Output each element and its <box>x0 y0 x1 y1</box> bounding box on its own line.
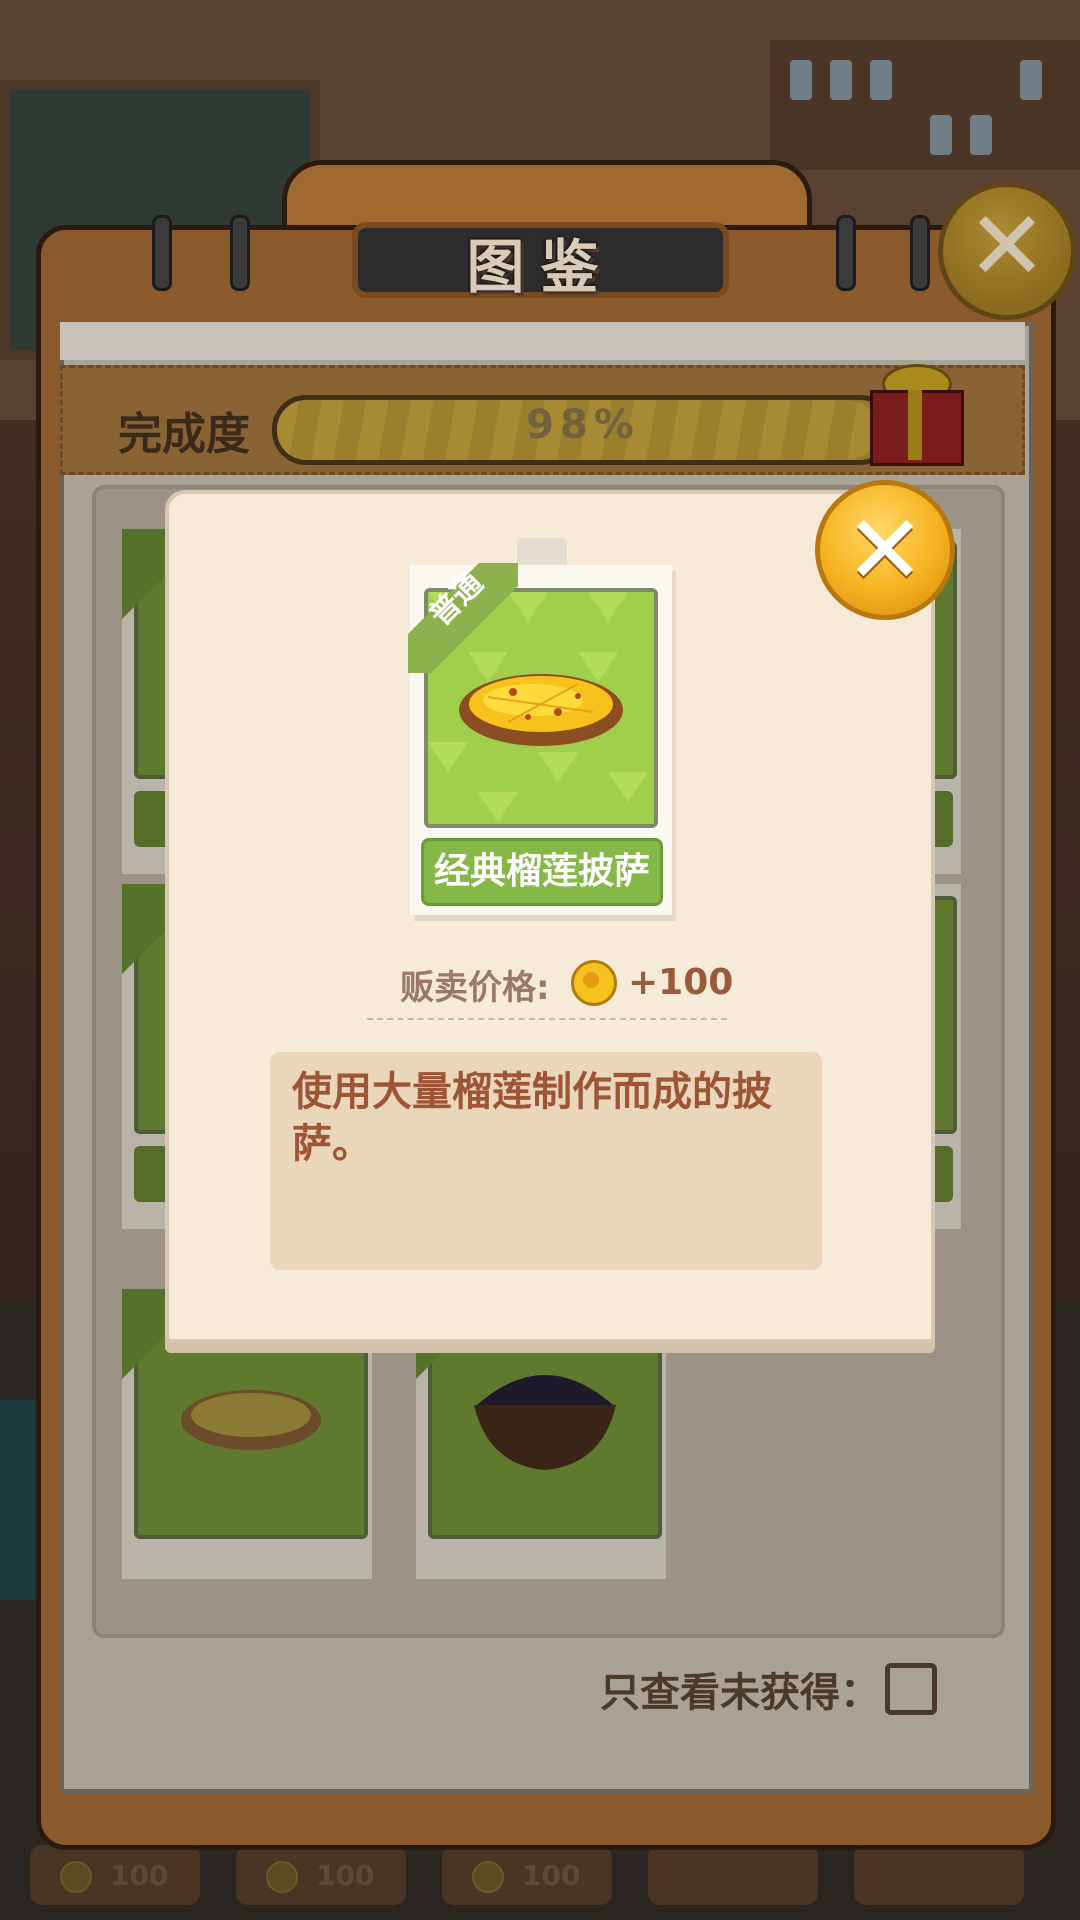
sell-price-value: +100 <box>628 962 734 1003</box>
description-box: 使用大量榴莲制作而成的披萨。 <box>270 1052 822 1270</box>
close-detail-button[interactable]: ✕ <box>815 480 955 620</box>
divider <box>367 1018 727 1020</box>
close-icon: ✕ <box>844 494 926 606</box>
coin-icon <box>571 960 617 1006</box>
rarity-ribbon: 普通 <box>408 563 518 673</box>
food-name-label: 经典榴莲披萨 <box>421 838 663 906</box>
sell-price-label: 贩卖价格: <box>400 968 550 1008</box>
description-text: 使用大量榴莲制作而成的披萨。 <box>292 1069 772 1167</box>
